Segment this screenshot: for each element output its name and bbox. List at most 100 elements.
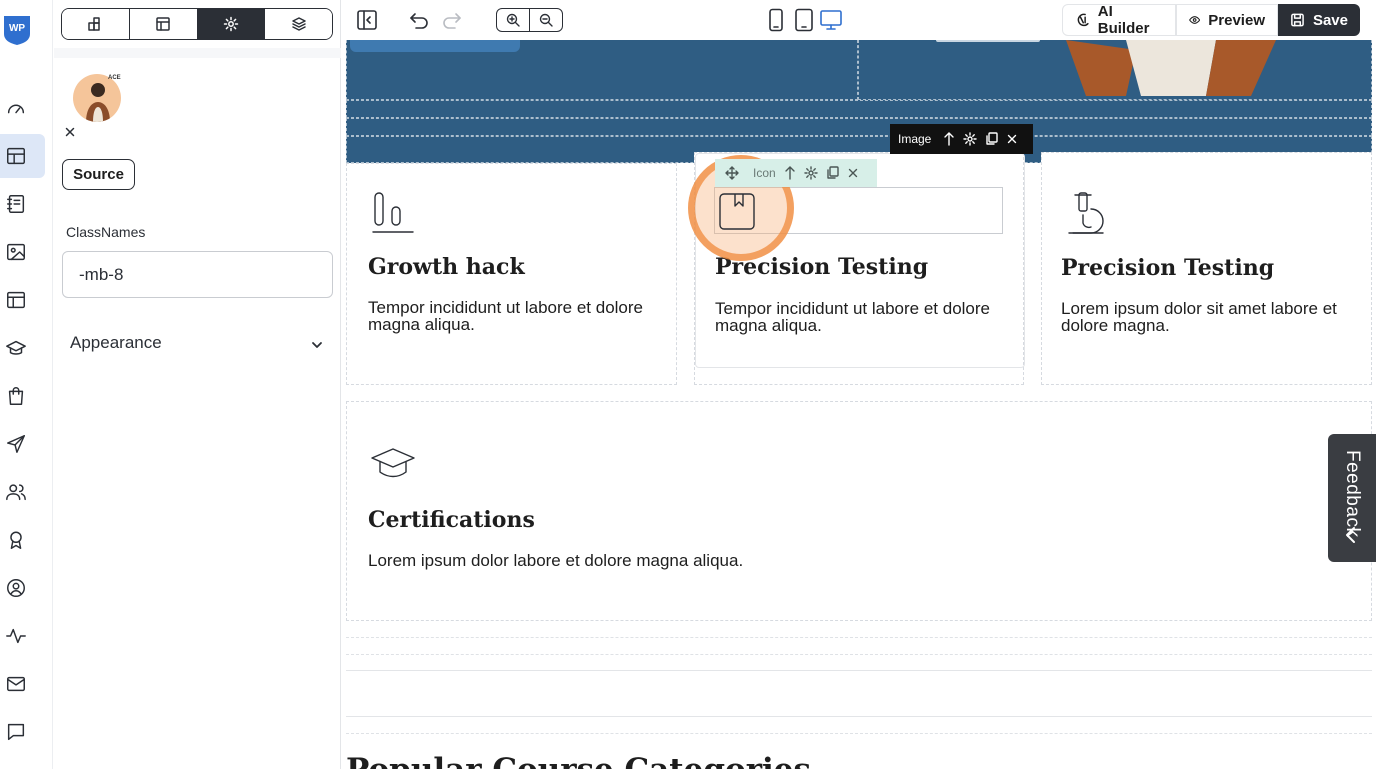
card-title: Growth hack (368, 254, 525, 280)
image-block-toolbar: Image (890, 124, 1033, 154)
zoom-controls (496, 8, 563, 32)
tab-settings[interactable] (197, 9, 266, 39)
rail-item-media[interactable] (0, 230, 45, 274)
selected-image-thumbnail[interactable]: ACE (66, 72, 128, 128)
graduation-cap-icon (5, 340, 26, 355)
feature-card[interactable]: Certifications Lorem ipsum dolor labore … (346, 401, 1372, 621)
gauge-icon (7, 104, 24, 114)
section-guide (346, 637, 1372, 638)
device-mobile-button[interactable] (763, 7, 789, 33)
classnames-input[interactable]: -mb-8 (62, 251, 333, 298)
sidebar-toggle-icon (357, 10, 377, 30)
arrow-up-icon[interactable] (943, 132, 955, 146)
appearance-section-toggle[interactable]: Appearance (70, 333, 162, 353)
left-rail: WP (0, 0, 53, 769)
layout-panel-icon (156, 17, 170, 31)
save-label: Save (1312, 11, 1348, 29)
hero-image[interactable] (1066, 40, 1276, 96)
device-tablet-button[interactable] (791, 7, 817, 33)
svg-text:WP: WP (9, 23, 25, 34)
chevron-down-icon[interactable] (310, 338, 324, 352)
gear-icon[interactable] (963, 132, 978, 146)
mail-icon (6, 676, 25, 692)
chevron-left-icon (1346, 527, 1355, 543)
gear-icon[interactable] (803, 166, 818, 180)
card-text: Tempor incididunt ut labore et dolore ma… (715, 299, 990, 335)
redo-button[interactable] (439, 7, 465, 33)
message-icon (7, 723, 24, 741)
graduation-cap-icon (371, 448, 415, 478)
rail-item-dashboard[interactable] (0, 86, 45, 130)
feedback-tab[interactable]: Feedback (1328, 434, 1376, 562)
rail-item-activity[interactable] (0, 614, 45, 658)
rail-item-courses[interactable] (0, 326, 45, 370)
image-icon (6, 243, 25, 261)
blocks-icon (88, 17, 101, 31)
rail-item-shop[interactable] (0, 374, 45, 418)
icon-toolbar-label: Icon (753, 166, 776, 180)
close-icon[interactable] (1006, 133, 1018, 145)
undo-button[interactable] (406, 7, 432, 33)
preview-button[interactable]: Preview (1176, 4, 1278, 36)
activity-icon (5, 628, 26, 644)
arrow-up-icon[interactable] (784, 166, 796, 180)
feature-card[interactable]: Precision Testing Lorem ipsum dolor sit … (1041, 152, 1372, 385)
image-toolbar-label: Image (898, 132, 932, 146)
card-text: Lorem ipsum dolor sit amet labore et dol… (1061, 299, 1337, 335)
table-layout-icon (6, 291, 25, 309)
section-heading: Popular Course Categories (346, 752, 811, 769)
layers-icon (291, 17, 306, 31)
hero-section (346, 40, 1372, 163)
desktop-icon (820, 10, 842, 30)
tab-blocks[interactable] (62, 9, 130, 39)
section-guide (346, 716, 1372, 717)
chart-bar-icon (372, 192, 414, 233)
move-icon[interactable] (725, 166, 739, 180)
duplicate-icon[interactable] (985, 132, 999, 146)
feature-card[interactable]: Growth hack Tempor incididunt ut labore … (346, 163, 677, 385)
eye-icon (1189, 16, 1201, 24)
source-button[interactable]: Source (62, 159, 135, 190)
ai-builder-label: AI Builder (1097, 3, 1150, 37)
duplicate-icon[interactable] (826, 166, 839, 180)
notebook-icon (6, 195, 24, 213)
save-button[interactable]: Save (1278, 4, 1360, 36)
zoom-out-button[interactable] (530, 9, 562, 31)
card-title: Precision Testing (1061, 255, 1275, 281)
rail-item-messages[interactable] (0, 710, 45, 754)
section-guide (346, 670, 1372, 671)
bookmark-icon[interactable] (716, 191, 758, 233)
section-guide (346, 733, 1372, 734)
users-icon (5, 484, 26, 501)
rail-item-users[interactable] (0, 470, 45, 514)
tab-layers[interactable] (265, 9, 332, 39)
award-icon (9, 531, 22, 549)
save-icon (1291, 13, 1304, 27)
rail-item-templates[interactable] (0, 278, 45, 322)
panel-tabs (61, 8, 333, 40)
tab-layout[interactable] (129, 9, 198, 39)
avatar-badge: ACE (108, 75, 121, 81)
rail-item-mail[interactable] (0, 662, 45, 706)
preview-label: Preview (1208, 11, 1265, 29)
card-text: Lorem ipsum dolor labore et dolore magna… (368, 551, 744, 570)
undo-icon (410, 13, 428, 29)
icon-block-toolbar: Icon (715, 159, 877, 187)
close-icon[interactable] (847, 167, 859, 179)
ai-icon (1077, 13, 1089, 27)
rail-item-send[interactable] (0, 422, 45, 466)
layout-icon (6, 147, 25, 165)
device-desktop-button[interactable] (818, 7, 844, 33)
wp-logo[interactable]: WP (2, 14, 32, 46)
rail-item-certificates[interactable] (0, 518, 45, 562)
ai-builder-button[interactable]: AI Builder (1062, 3, 1176, 37)
close-icon[interactable] (64, 126, 76, 138)
toggle-sidebar-button[interactable] (354, 7, 380, 33)
zoom-in-button[interactable] (497, 9, 530, 31)
mobile-icon (769, 8, 783, 32)
rail-item-pages[interactable] (0, 182, 45, 226)
user-circle-icon (6, 579, 25, 597)
rail-item-profile[interactable] (0, 566, 45, 610)
rail-item-layouts[interactable] (0, 134, 45, 178)
panel-divider (54, 48, 341, 58)
